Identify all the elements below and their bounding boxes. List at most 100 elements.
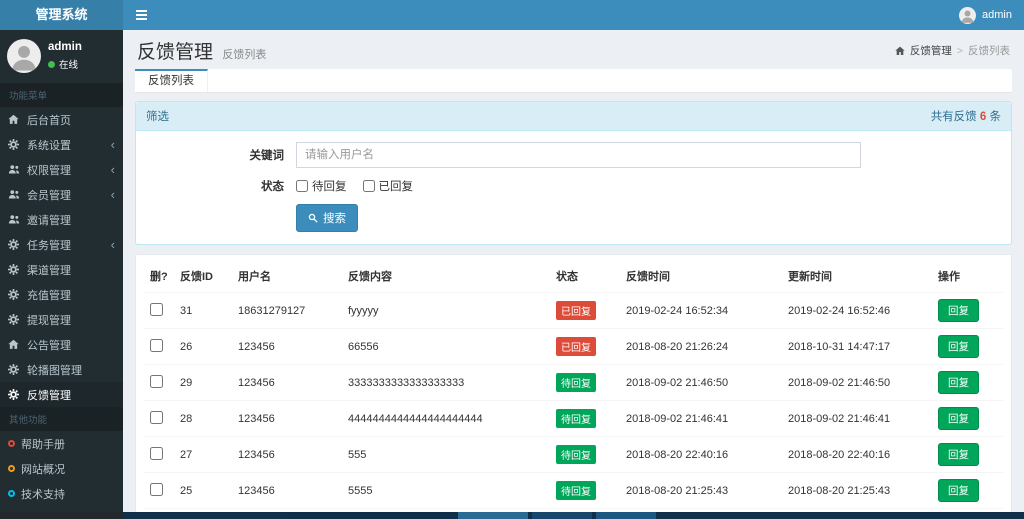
keyword-input[interactable] xyxy=(296,142,861,168)
cell-update-time: 2018-08-20 22:40:16 xyxy=(782,436,932,473)
page-title: 反馈管理 xyxy=(137,42,214,63)
table-body: 31 18631279127 fyyyyy 已回复 2019-02-24 16:… xyxy=(144,292,1003,509)
filter-panel-body: 关键词 状态 待回复 已回复 搜索 xyxy=(136,131,1011,244)
cell-update-time: 2019-02-24 16:52:46 xyxy=(782,292,932,329)
column-header: 反馈时间 xyxy=(620,260,782,293)
taskbar-sliver xyxy=(0,512,1024,519)
cell-feedback-time: 2018-08-20 21:26:24 xyxy=(620,328,782,365)
sidebar-item-0[interactable]: 后台首页 ‹ xyxy=(0,107,123,132)
row-checkbox[interactable] xyxy=(150,374,163,388)
reply-button[interactable]: 回复 xyxy=(938,479,979,502)
sidebar-item-5[interactable]: 任务管理 ‹ xyxy=(0,232,123,257)
cell-username: 123456 xyxy=(232,364,342,401)
cell-username: 123456 xyxy=(232,436,342,473)
row-checkbox[interactable] xyxy=(150,302,163,316)
sidebar-item-11[interactable]: 反馈管理 ‹ xyxy=(0,382,123,407)
gear-icon xyxy=(8,389,23,400)
users-icon xyxy=(8,214,23,225)
tab-bar: 反馈列表 xyxy=(135,69,1012,93)
sidebar-item-label: 充值管理 xyxy=(27,289,71,302)
status-badge: 待回复 xyxy=(556,373,596,392)
sidebar-item-label: 邀请管理 xyxy=(27,214,71,227)
gear-icon xyxy=(8,364,23,375)
status-checkbox-label: 已回复 xyxy=(378,181,414,193)
sidebar-item-4[interactable]: 邀请管理 ‹ xyxy=(0,207,123,232)
circle-o-icon xyxy=(8,465,15,472)
cell-content: 66556 xyxy=(342,328,550,365)
reply-button[interactable]: 回复 xyxy=(938,443,979,466)
cell-feedback-time: 2018-08-20 21:25:43 xyxy=(620,472,782,509)
chevron-left-icon: ‹ xyxy=(110,186,115,202)
status-badge: 待回复 xyxy=(556,445,596,464)
row-checkbox[interactable] xyxy=(150,338,163,352)
circle-o-icon xyxy=(8,440,15,447)
home-icon xyxy=(8,114,23,125)
status-checkbox-input[interactable] xyxy=(362,180,375,192)
sidebar-item-10[interactable]: 轮播图管理 ‹ xyxy=(0,357,123,382)
sidebar-toggle-button[interactable] xyxy=(123,0,159,30)
cell-content: 555 xyxy=(342,436,550,473)
sidebar-item-label: 提现管理 xyxy=(27,314,71,327)
sidebar-item-1[interactable]: 系统设置 ‹ xyxy=(0,132,123,157)
breadcrumb-root[interactable]: 反馈管理 xyxy=(910,43,952,58)
sidebar-item-label: 轮播图管理 xyxy=(27,364,82,377)
sidebar-item-label: 后台首页 xyxy=(27,114,71,127)
status-badge: 已回复 xyxy=(556,337,596,356)
keyword-label: 关键词 xyxy=(249,150,285,162)
cell-username: 123456 xyxy=(232,472,342,509)
sidebar-item-label: 公告管理 xyxy=(27,339,71,352)
sidebar-item-9[interactable]: 公告管理 ‹ xyxy=(0,332,123,357)
row-checkbox[interactable] xyxy=(150,446,163,460)
chevron-left-icon: ‹ xyxy=(110,136,115,152)
reply-button[interactable]: 回复 xyxy=(938,299,979,322)
online-status-label: 在线 xyxy=(59,60,79,71)
cell-feedback-id: 27 xyxy=(174,436,232,473)
status-checkbox[interactable]: 待回复 xyxy=(296,178,347,194)
reply-button[interactable]: 回复 xyxy=(938,335,979,358)
cell-feedback-time: 2018-09-02 21:46:41 xyxy=(620,400,782,437)
reply-button[interactable]: 回复 xyxy=(938,407,979,430)
user-menu[interactable]: admin xyxy=(947,0,1024,30)
table-row: 29 123456 3333333333333333333 待回复 2018-0… xyxy=(144,364,1003,401)
status-checkbox[interactable]: 已回复 xyxy=(362,178,414,194)
reply-button[interactable]: 回复 xyxy=(938,371,979,394)
sidebar-item-label: 任务管理 xyxy=(27,239,71,252)
row-checkbox[interactable] xyxy=(150,482,163,496)
status-checkbox-input[interactable] xyxy=(296,180,308,192)
search-button[interactable]: 搜索 xyxy=(296,204,358,232)
column-header: 删? xyxy=(144,260,174,293)
cell-feedback-time: 2018-09-02 21:46:50 xyxy=(620,364,782,401)
page-subtitle: 反馈列表 xyxy=(222,49,267,61)
cell-content: 5555 xyxy=(342,472,550,509)
row-checkbox[interactable] xyxy=(150,410,163,424)
column-header: 更新时间 xyxy=(782,260,932,293)
sidebar-section-main: 功能菜单 xyxy=(0,83,123,107)
breadcrumb-current: 反馈列表 xyxy=(968,45,1010,57)
online-status: 在线 xyxy=(48,57,82,71)
sidebar: 管理系统 admin 在线 功能菜单 后台首页 ‹ 系统设置 ‹ 权限管理 ‹ xyxy=(0,0,123,512)
table-row: 25 123456 5555 待回复 2018-08-20 21:25:43 2… xyxy=(144,472,1003,509)
sidebar-item-8[interactable]: 提现管理 ‹ xyxy=(0,307,123,332)
sidebar-item-2[interactable]: 权限管理 ‹ xyxy=(0,157,123,182)
sidebar-extra-item-0[interactable]: 帮助手册 xyxy=(0,431,123,456)
column-header: 状态 xyxy=(550,260,620,293)
tab-feedback-list[interactable]: 反馈列表 xyxy=(135,69,208,92)
table-row: 31 18631279127 fyyyyy 已回复 2019-02-24 16:… xyxy=(144,292,1003,329)
sidebar-item-6[interactable]: 渠道管理 ‹ xyxy=(0,257,123,282)
sidebar-extra-item-2[interactable]: 技术支持 xyxy=(0,481,123,506)
cell-update-time: 2018-09-02 21:46:50 xyxy=(782,364,932,401)
app-logo[interactable]: 管理系统 xyxy=(0,0,123,30)
sidebar-item-3[interactable]: 会员管理 ‹ xyxy=(0,182,123,207)
topbar: admin xyxy=(123,0,1024,30)
sidebar-item-7[interactable]: 充值管理 ‹ xyxy=(0,282,123,307)
cell-username: 123456 xyxy=(232,400,342,437)
sidebar-item-label: 会员管理 xyxy=(27,189,71,202)
column-header: 反馈ID xyxy=(174,260,232,293)
filter-title: 筛选 xyxy=(146,111,169,123)
gear-icon xyxy=(8,239,23,250)
cell-update-time: 2018-08-20 21:25:43 xyxy=(782,472,932,509)
sidebar-extra-item-1[interactable]: 网站概况 xyxy=(0,456,123,481)
cell-feedback-id: 31 xyxy=(174,292,232,329)
sidebar-item-label: 网站概况 xyxy=(21,463,65,476)
users-icon xyxy=(8,164,23,175)
